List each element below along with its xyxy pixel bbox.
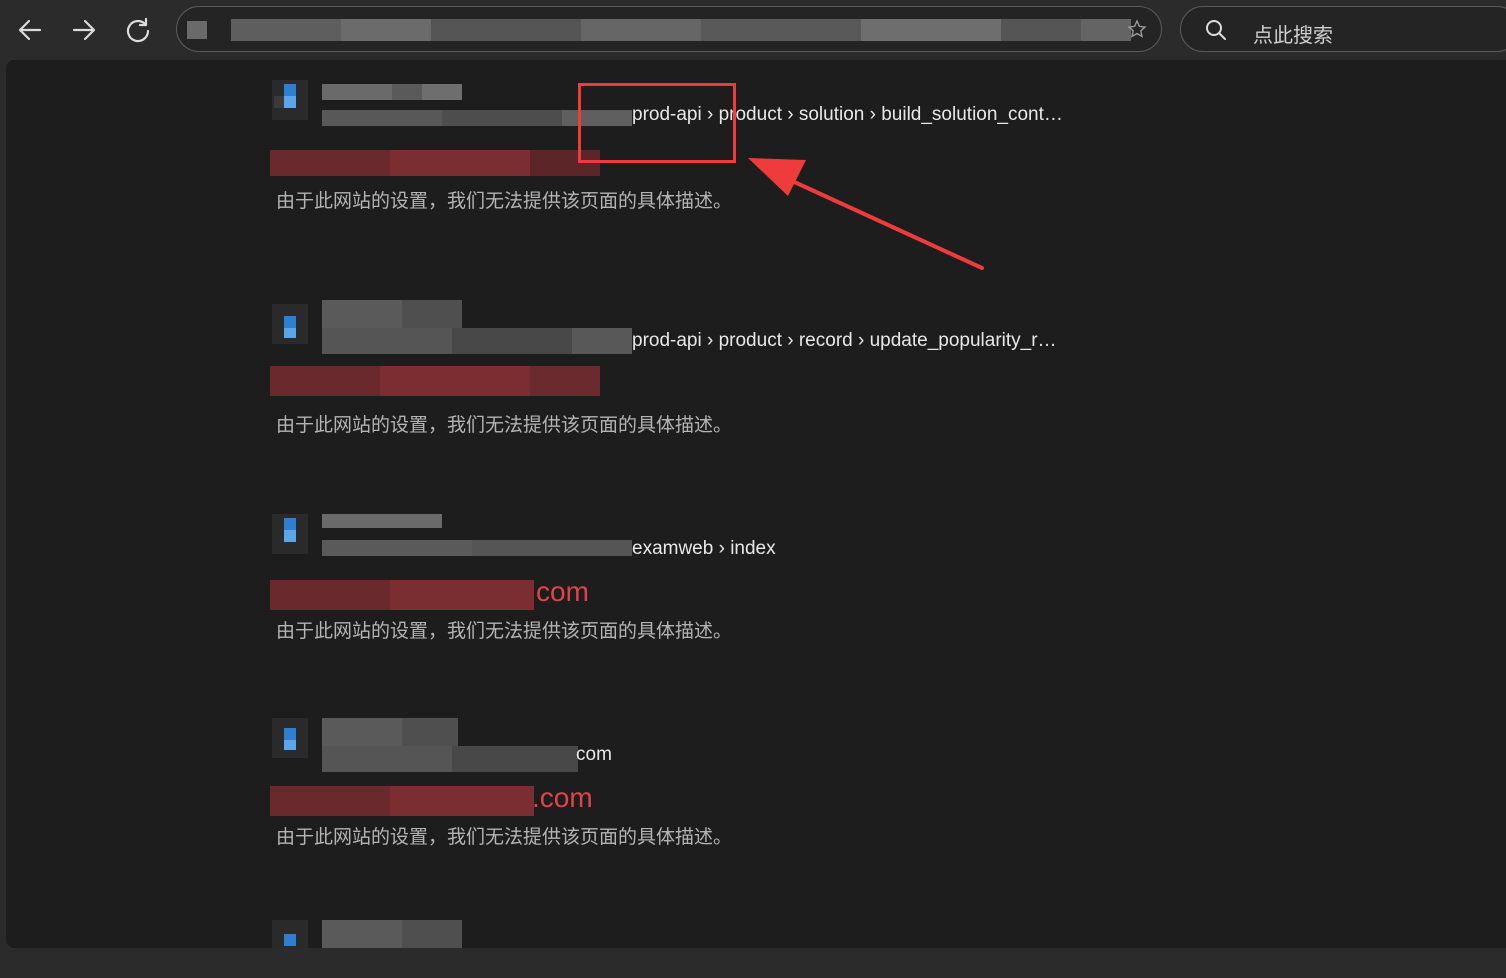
redacted-site-name xyxy=(322,514,632,556)
search-results-page: prod-api › product › solution › build_so… xyxy=(6,60,1506,948)
reload-icon xyxy=(126,17,150,43)
redacted-site-name xyxy=(322,718,578,772)
search-icon xyxy=(1206,20,1226,40)
search-result[interactable]: com .com 由于此网站的设置，我们无法提供该页面的具体描述。 xyxy=(6,716,1506,866)
result-description: 由于此网站的设置，我们无法提供该页面的具体描述。 xyxy=(276,620,733,642)
redacted-url xyxy=(187,19,1131,41)
redacted-title xyxy=(270,150,600,176)
annotation-highlight-box xyxy=(578,83,736,163)
redacted-site-name xyxy=(322,300,632,354)
search-result[interactable] xyxy=(6,920,1506,948)
result-description: 由于此网站的设置，我们无法提供该页面的具体描述。 xyxy=(276,414,733,436)
site-favicon-icon xyxy=(272,304,308,344)
result-description: 由于此网站的设置，我们无法提供该页面的具体描述。 xyxy=(276,826,733,848)
reload-button[interactable] xyxy=(118,10,158,50)
result-breadcrumb[interactable]: examweb › index xyxy=(632,538,776,560)
redacted-title xyxy=(270,366,600,396)
site-favicon-icon xyxy=(272,920,308,948)
search-box[interactable]: 点此搜索 xyxy=(1180,6,1506,52)
address-bar[interactable] xyxy=(176,6,1162,52)
site-favicon-icon xyxy=(272,80,308,120)
search-result[interactable]: prod-api › product › solution › build_so… xyxy=(6,78,1506,218)
site-favicon-icon xyxy=(272,514,308,554)
star-icon[interactable] xyxy=(1127,19,1147,39)
browser-toolbar: 点此搜索 xyxy=(0,0,1506,60)
site-favicon-icon xyxy=(272,718,308,758)
result-breadcrumb[interactable]: com xyxy=(576,744,612,766)
redacted-site-name xyxy=(322,920,462,948)
search-placeholder: 点此搜索 xyxy=(1253,23,1333,47)
redacted-title xyxy=(270,580,534,610)
redacted-title xyxy=(270,786,534,816)
forward-arrow-icon xyxy=(72,19,96,41)
result-title[interactable]: .com xyxy=(532,782,593,814)
search-result[interactable]: examweb › index com 由于此网站的设置，我们无法提供该页面的具… xyxy=(6,510,1506,660)
search-result[interactable]: prod-api › product › record › update_pop… xyxy=(6,300,1506,450)
back-arrow-icon xyxy=(18,19,42,41)
back-button[interactable] xyxy=(10,10,50,50)
forward-button[interactable] xyxy=(64,10,104,50)
result-title[interactable]: com xyxy=(536,576,589,608)
result-breadcrumb[interactable]: prod-api › product › record › update_pop… xyxy=(632,330,1057,352)
taskbar-strip xyxy=(0,948,1506,978)
result-description: 由于此网站的设置，我们无法提供该页面的具体描述。 xyxy=(276,190,733,212)
